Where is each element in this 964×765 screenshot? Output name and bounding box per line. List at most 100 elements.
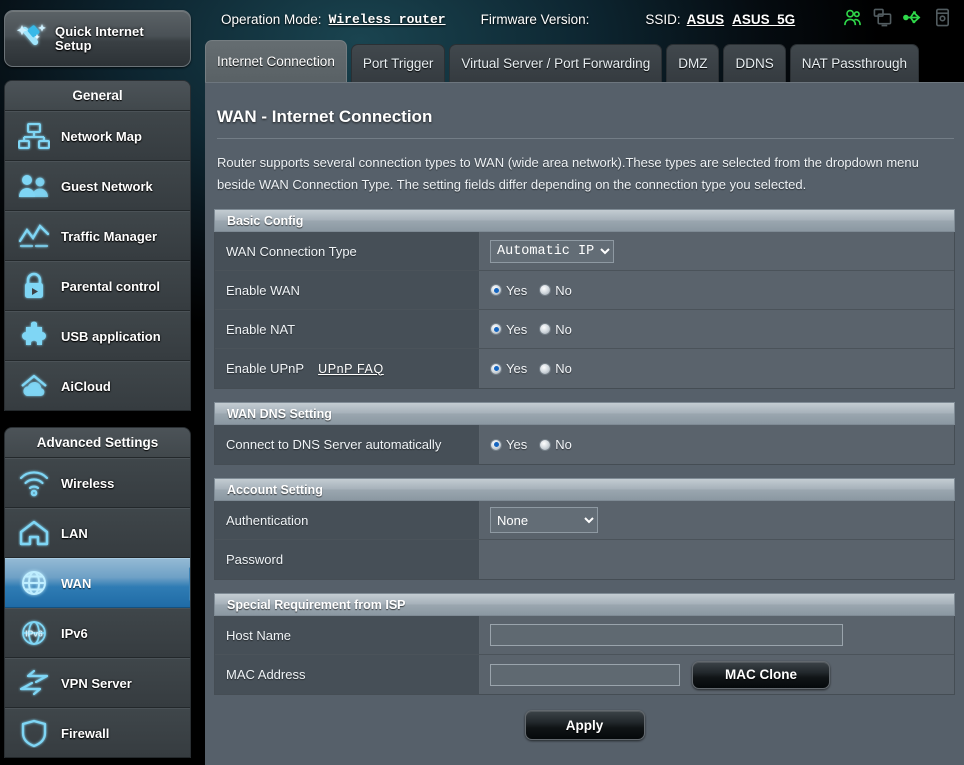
clients-icon[interactable] — [843, 8, 862, 30]
radio-indicator — [539, 438, 552, 451]
quick-internet-setup-button[interactable]: Quick Internet Setup — [4, 10, 191, 67]
enable-upnp-label-cell: Enable UPnP UPnP FAQ — [215, 349, 480, 388]
aicloud-icon — [11, 363, 57, 409]
sidebar-item-firewall[interactable]: Firewall — [5, 708, 190, 758]
row-mac-address: MAC Address MAC Clone — [215, 655, 954, 694]
usb-application-icon — [11, 313, 57, 359]
sidebar-item-label: AiCloud — [61, 378, 111, 394]
magic-wand-icon — [11, 19, 55, 59]
traffic-manager-icon — [11, 213, 57, 259]
ssid-label: SSID: — [645, 11, 681, 27]
sidebar-item-traffic-manager[interactable]: Traffic Manager — [5, 211, 190, 261]
enable-nat-no-radio[interactable]: No — [539, 322, 572, 337]
sidebar-item-label: Parental control — [61, 278, 160, 294]
enable-wan-no-radio[interactable]: No — [539, 283, 572, 298]
connect-dns-auto-yes-radio[interactable]: Yes — [490, 437, 527, 452]
sidebar-group-advanced-title: Advanced Settings — [5, 428, 190, 458]
sidebar-item-network-map[interactable]: Network Map — [5, 111, 190, 161]
enable-wan-radio-group: Yes No — [490, 283, 572, 298]
sidebar-group-general-title: General — [5, 81, 190, 111]
tab-nat-passthrough[interactable]: NAT Passthrough — [789, 44, 920, 82]
sidebar-item-label: IPv6 — [61, 625, 88, 641]
enable-upnp-yes-radio[interactable]: Yes — [490, 361, 527, 376]
row-enable-wan: Enable WAN Yes No — [215, 271, 954, 310]
sidebar-item-wan[interactable]: WAN — [5, 558, 190, 608]
page-title: WAN - Internet Connection — [217, 107, 433, 126]
radio-indicator — [490, 438, 502, 451]
enable-upnp-radio-group: Yes No — [490, 361, 572, 376]
password-field-cell — [480, 540, 954, 579]
usb-icon[interactable] — [903, 8, 922, 30]
enable-nat-yes-radio[interactable]: Yes — [490, 322, 527, 337]
enable-wan-label: Enable WAN — [215, 271, 480, 309]
sidebar-item-label: USB application — [61, 328, 161, 344]
sidebar-item-ipv6[interactable]: IPv6 IPv6 — [5, 608, 190, 658]
sidebar-group-general: General Network Map Guest Network Traffi… — [4, 80, 191, 411]
sidebar-item-lan[interactable]: LAN — [5, 508, 190, 558]
quick-internet-setup-label: Quick Internet Setup — [55, 23, 144, 53]
tab-virtual-server-port-forwarding[interactable]: Virtual Server / Port Forwarding — [449, 44, 663, 82]
operation-mode-label: Operation Mode: — [221, 11, 322, 27]
radio-indicator — [490, 284, 502, 296]
row-enable-nat: Enable NAT Yes No — [215, 310, 954, 349]
row-enable-upnp: Enable UPnP UPnP FAQ Yes No — [215, 349, 954, 388]
row-connect-dns-automatically: Connect to DNS Server automatically Yes … — [215, 425, 954, 464]
status-icon-group — [843, 0, 952, 38]
radio-indicator — [490, 323, 502, 335]
apply-button[interactable]: Apply — [524, 710, 645, 740]
router-admin-page: Quick InternetSetup General Network Map — [0, 0, 964, 765]
mac-clone-button[interactable]: MAC Clone — [692, 660, 830, 689]
wan-connection-type-label: WAN Connection Type — [215, 232, 480, 270]
lan-home-icon — [11, 510, 57, 556]
radio-indicator — [539, 284, 552, 296]
sidebar-item-wireless[interactable]: Wireless — [5, 458, 190, 508]
vpn-server-icon — [11, 660, 57, 706]
connect-dns-auto-no-radio[interactable]: No — [539, 437, 572, 452]
connect-dns-auto-radio-group: Yes No — [490, 437, 572, 452]
storage-device-icon[interactable] — [933, 8, 952, 30]
tab-dmz[interactable]: DMZ — [666, 44, 720, 82]
sidebar-item-usb-application[interactable]: USB application — [5, 311, 190, 361]
enable-upnp-no-radio[interactable]: No — [539, 361, 572, 376]
sidebar-item-label: LAN — [61, 525, 88, 541]
sidebar-item-label: Firewall — [61, 725, 110, 741]
radio-indicator — [539, 323, 552, 335]
authentication-select[interactable]: NonePAPCHAP — [490, 507, 598, 533]
sidebar-item-label: Traffic Manager — [61, 228, 158, 244]
sidebar-item-vpn-server[interactable]: VPN Server — [5, 658, 190, 708]
title-divider — [217, 138, 954, 139]
wan-connection-type-select[interactable]: Automatic IPStatic IPPPPoEPPTPL2TP — [490, 239, 614, 263]
ssid-24ghz-link[interactable]: ASUS — [687, 12, 725, 27]
display-monitor-icon[interactable] — [873, 8, 892, 30]
wan-dns-setting-panel: WAN DNS Setting Connect to DNS Server au… — [214, 402, 955, 465]
enable-wan-yes-radio[interactable]: Yes — [490, 283, 527, 298]
tab-port-trigger[interactable]: Port Trigger — [350, 44, 446, 82]
sidebar-item-label: Guest Network — [61, 178, 153, 194]
enable-upnp-label: Enable UPnP — [226, 361, 305, 376]
upnp-faq-link[interactable]: UPnP FAQ — [318, 362, 384, 376]
tab-ddns[interactable]: DDNS — [723, 44, 786, 82]
authentication-label: Authentication — [215, 501, 480, 539]
account-setting-panel: Account Setting Authentication NonePAPCH… — [214, 478, 955, 580]
sidebar-item-label: WAN — [61, 575, 92, 591]
page-description: Router supports several connection types… — [217, 155, 919, 192]
host-name-input[interactable] — [490, 624, 843, 646]
sidebar-item-guest-network[interactable]: Guest Network — [5, 161, 190, 211]
connect-dns-auto-label: Connect to DNS Server automatically — [215, 425, 480, 464]
network-map-icon — [11, 113, 57, 159]
tab-internet-connection[interactable]: Internet Connection — [205, 40, 347, 82]
sidebar-item-aicloud[interactable]: AiCloud — [5, 361, 190, 411]
mac-address-input[interactable] — [490, 663, 680, 686]
sidebar-item-label: Wireless — [61, 475, 115, 491]
firmware-version-label: Firmware Version: — [480, 11, 590, 27]
operation-mode-link[interactable]: Wireless router — [329, 12, 446, 27]
guest-network-icon — [11, 163, 57, 209]
firewall-shield-icon — [11, 710, 57, 756]
ipv6-icon: IPv6 — [11, 610, 57, 656]
sidebar-item-parental-control[interactable]: Parental control — [5, 261, 190, 311]
radio-indicator — [539, 362, 552, 375]
apply-button-row: Apply — [205, 710, 964, 740]
password-label: Password — [215, 540, 480, 579]
wan-dns-setting-heading: WAN DNS Setting — [214, 402, 955, 425]
ssid-5ghz-link[interactable]: ASUS_5G — [732, 12, 795, 27]
